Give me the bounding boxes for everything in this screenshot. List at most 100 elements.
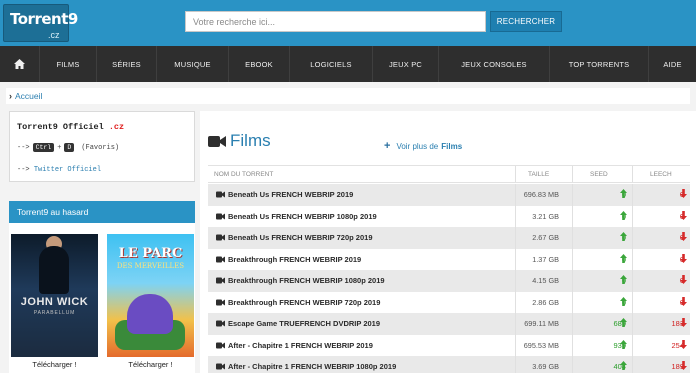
video-icon [216,342,225,351]
twitter-line: --> Twitter Officiel [17,166,101,174]
table-row[interactable]: After - Chapitre 1 FRENCH WEBRIP 2019 695… [208,334,690,356]
torrent-size: 3.69 GB [532,362,559,371]
nav-item-musique[interactable]: MUSIQUE [157,46,229,82]
info-title: Torrent9 Officiel .cz [17,122,124,132]
torrent-name[interactable]: Beneath Us FRENCH WEBRIP 1080p 2019 [228,212,377,221]
info-title-text: Torrent9 Officiel [17,122,104,132]
arrow-down-icon [680,253,687,265]
arrow-text: --> [17,143,30,152]
torrent-name[interactable]: After - Chapitre 1 FRENCH WEBRIP 2019 [228,341,373,350]
poster-parc-merveilles[interactable]: LE PARC DES MERVEILLES [107,234,194,357]
nav-item-series[interactable]: SÉRIES [97,46,157,82]
video-icon [216,277,225,286]
torrent-name[interactable]: Breakthrough FRENCH WEBRIP 2019 [228,255,361,264]
torrent-size: 699.11 MB [524,319,559,328]
section-title: Films [230,131,271,150]
more-prefix: Voir plus de [396,141,439,151]
video-camera-icon [208,135,226,153]
poster-title: JOHN WICK [20,296,89,308]
main-content: Films + Voir plus de Films NOM DU TORREN… [200,111,696,373]
nav-item-top-torrents[interactable]: TOP TORRENTS [550,46,649,82]
video-icon [216,320,225,329]
arrow-down-icon [680,189,687,200]
table-row[interactable]: Escape Game TRUEFRENCH DVDRIP 2019 699.11… [208,313,690,335]
breadcrumb-home-link[interactable]: Accueil [15,91,42,101]
plus-icon: + [384,140,391,152]
poster-title: LE PARC [118,246,183,261]
arrow-down-icon [680,339,687,351]
breadcrumb: › Accueil [6,88,690,104]
site-logo[interactable]: Torrent9 .cz [3,4,78,42]
torrent-name[interactable]: Breakthrough FRENCH WEBRIP 720p 2019 [228,298,380,307]
plus-text: + [57,143,62,152]
torrent-size: 695.53 MB [523,340,559,350]
poster-subtitle: PARABELLUM [33,310,76,316]
table-row[interactable]: Breakthrough FRENCH WEBRIP 720p 2019 2.86… [208,291,690,313]
torrent-name[interactable]: After - Chapitre 1 FRENCH WEBRIP 1080p 2… [228,362,396,371]
nav-item-ebook[interactable]: EBOOK [229,46,290,82]
search-input[interactable] [185,11,486,32]
torrent-name[interactable]: Beneath Us FRENCH WEBRIP 2019 [228,190,353,199]
arrow-up-icon [620,361,627,372]
favoris-text: (Favoris) [81,143,120,152]
home-icon[interactable] [0,46,40,82]
download-link[interactable]: Télécharger ! [11,360,98,369]
torrent-name[interactable]: Escape Game TRUEFRENCH DVDRIP 2019 [228,319,380,328]
torrent-size: 2.86 GB [532,297,559,307]
nav-item-films[interactable]: FILMS [40,46,97,82]
twitter-link[interactable]: Twitter Officiel [34,166,101,174]
table-row[interactable]: Breakthrough FRENCH WEBRIP 1080p 2019 4.1… [208,270,690,292]
table-header: NOM DU TORRENT TAILLE SEED LEECH [208,165,690,183]
arrow-up-icon [620,275,627,286]
video-icon [216,191,225,200]
torrent-size: 2.67 GB [532,233,559,242]
video-icon [216,234,225,243]
torrent-name[interactable]: Breakthrough FRENCH WEBRIP 1080p 2019 [228,276,385,285]
nav-item-aide[interactable]: AIDE [649,46,696,82]
arrow-down-icon [680,361,687,372]
favoris-hint: --> Ctrl + D (Favoris) [17,143,119,152]
table-row[interactable]: After - Chapitre 1 FRENCH WEBRIP 1080p 2… [208,356,690,373]
search-button[interactable]: RECHERCHER [490,11,562,32]
torrent-size: 1.37 GB [532,254,559,264]
header: Torrent9 .cz RECHERCHER [0,0,696,46]
logo-name: Torrent9 [10,10,78,28]
col-size: TAILLE [528,171,550,178]
col-name: NOM DU TORRENT [214,171,274,178]
arrow-up-icon [620,232,627,243]
col-seed: SEED [590,171,608,178]
info-box: Torrent9 Officiel .cz --> Ctrl + D (Favo… [9,111,195,182]
torrent-list: Beneath Us FRENCH WEBRIP 2019696.83 MB00… [208,184,690,373]
poster-subtitle: DES MERVEILLES [116,262,185,270]
download-link[interactable]: Télécharger ! [107,360,194,369]
chevron-right-icon: › [9,91,12,101]
random-box: JOHN WICK PARABELLUM LE PARC DES MERVEIL… [9,223,195,373]
torrent-size: 3.21 GB [532,211,559,221]
arrow-up-icon [620,296,627,308]
torrent-name[interactable]: Beneath Us FRENCH WEBRIP 720p 2019 [228,233,373,242]
arrow-up-icon [620,210,627,222]
random-heading: Torrent9 au hasard [9,201,195,223]
nav-item-jeux-consoles[interactable]: JEUX CONSOLES [439,46,550,82]
logo-tld: .cz [48,30,60,40]
torrent-size: 4.15 GB [532,276,559,285]
table-row[interactable]: Beneath Us FRENCH WEBRIP 720p 2019 2.67 G… [208,227,690,249]
arrow-up-icon [620,339,627,351]
video-icon [216,363,225,372]
table-row[interactable]: Breakthrough FRENCH WEBRIP 20191.37 GB00 [208,248,690,270]
poster-john-wick[interactable]: JOHN WICK PARABELLUM [11,234,98,357]
d-key: D [64,143,75,152]
arrow-down-icon [680,210,687,222]
torrent-size: 696.83 MB [523,190,559,199]
nav-item-logiciels[interactable]: LOGICIELS [290,46,373,82]
info-title-tld: .cz [108,122,125,132]
ctrl-key: Ctrl [32,143,55,152]
nav-item-jeux-pc[interactable]: JEUX PC [373,46,439,82]
table-row[interactable]: Beneath Us FRENCH WEBRIP 1080p 2019 3.21 … [208,205,690,227]
video-icon [216,299,225,308]
more-films-link[interactable]: + Voir plus de Films [384,140,462,152]
more-bold: Films [441,141,463,151]
main-nav: FILMS SÉRIES MUSIQUE EBOOK LOGICIELS JEU… [0,46,696,82]
table-row[interactable]: Beneath Us FRENCH WEBRIP 2019696.83 MB00 [208,184,690,206]
col-leech: LEECH [650,171,672,178]
